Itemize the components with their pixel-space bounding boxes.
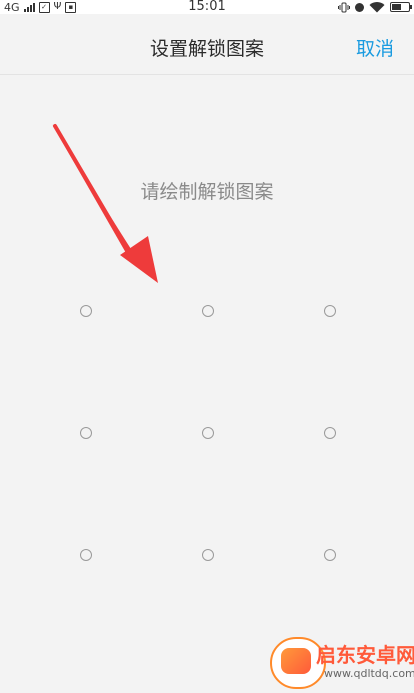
page-title: 设置解锁图案 xyxy=(149,38,264,60)
lock-pattern-screen: 4G ✓ Ψ ▪ 15:01 设置解锁图案 取消 请绘制解锁图案 启东安卓网 w… xyxy=(0,0,414,693)
pattern-dot-ring xyxy=(80,305,92,317)
pattern-dot-ring xyxy=(202,427,214,439)
pattern-dot-2[interactable] xyxy=(178,281,238,341)
pattern-dot-8[interactable] xyxy=(178,525,238,585)
alarm-icon xyxy=(355,2,364,12)
pattern-dot-ring xyxy=(324,305,336,317)
pattern-dot-6[interactable] xyxy=(300,403,360,463)
battery-icon xyxy=(390,2,412,12)
pattern-dot-ring xyxy=(202,549,214,561)
pattern-dot-4[interactable] xyxy=(56,403,116,463)
pattern-dot-ring xyxy=(80,549,92,561)
pattern-dot-ring xyxy=(202,305,214,317)
watermark-logo-mark xyxy=(281,648,311,674)
pattern-dot-7[interactable] xyxy=(56,525,116,585)
draw-pattern-prompt: 请绘制解锁图案 xyxy=(140,181,274,203)
vibrate-icon xyxy=(338,2,350,12)
pattern-grid[interactable] xyxy=(0,248,414,616)
pattern-dot-3[interactable] xyxy=(300,281,360,341)
status-bar: 4G ✓ Ψ ▪ 15:01 xyxy=(0,0,414,14)
pattern-dot-ring xyxy=(324,427,336,439)
cancel-button[interactable]: 取消 xyxy=(356,34,394,61)
nav-bar: 设置解锁图案 取消 xyxy=(0,14,414,75)
pattern-dot-5[interactable] xyxy=(178,403,238,463)
watermark-url: www.qdltdq.com xyxy=(324,667,414,680)
wifi-icon xyxy=(369,1,385,13)
watermark-title: 启东安卓网 xyxy=(316,643,414,667)
pattern-dot-ring xyxy=(324,549,336,561)
status-right xyxy=(338,1,412,13)
pattern-dot-ring xyxy=(80,427,92,439)
pattern-dot-1[interactable] xyxy=(56,281,116,341)
site-watermark: 启东安卓网 www.qdltdq.com xyxy=(270,637,414,689)
pattern-dot-9[interactable] xyxy=(300,525,360,585)
